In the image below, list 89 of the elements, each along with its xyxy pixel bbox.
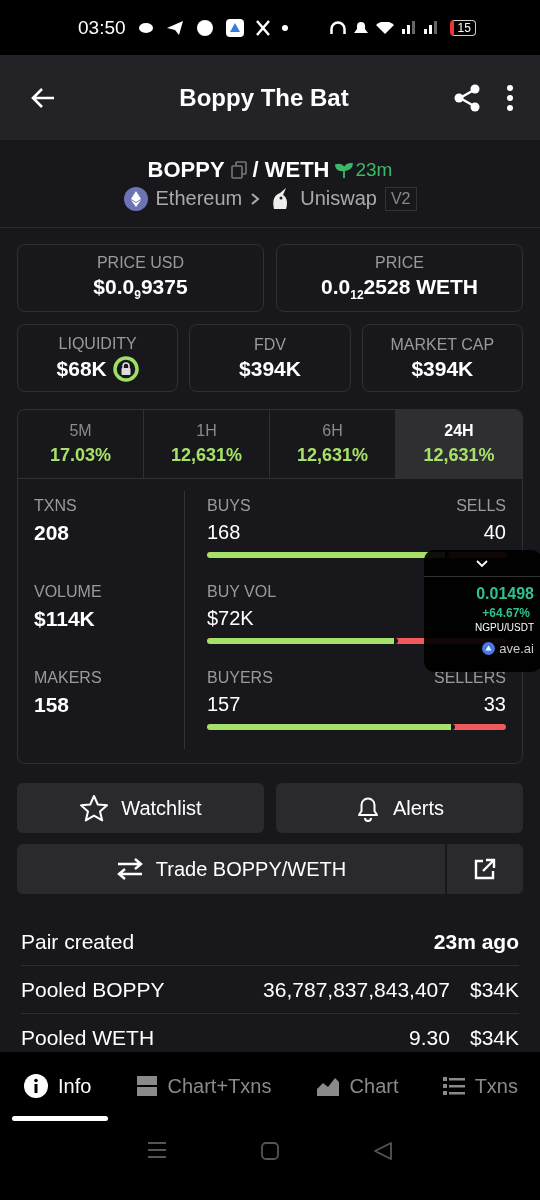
home-icon[interactable] <box>260 1141 280 1161</box>
action-button[interactable]: Alerts <box>276 783 523 833</box>
info-value: 23m ago <box>433 929 519 954</box>
widget-pair: NGPU/USDT <box>475 622 534 633</box>
signal-icon <box>423 21 438 34</box>
page-title: Boppy The Bat <box>178 83 350 112</box>
stat-value: 40 <box>483 521 506 544</box>
stat-value: 157 <box>207 693 241 716</box>
widget-price: 0.01498 <box>476 585 534 603</box>
star-icon <box>79 794 110 822</box>
list-icon <box>442 1076 465 1096</box>
info-label: Pooled WETH <box>21 1025 155 1050</box>
stat-value: $72K <box>207 607 254 630</box>
stat-label: SELLS <box>456 497 506 515</box>
usd-value: $34K <box>469 1025 519 1050</box>
stat-label: BUYERS <box>207 669 273 687</box>
info-label: Pooled BOPPY <box>21 977 165 1002</box>
info-label: Pair created <box>21 929 135 954</box>
ethereum-icon <box>123 186 148 211</box>
card-label: LIQUIDITY <box>58 334 137 353</box>
version-badge: V2 <box>384 186 417 211</box>
bell-muted-icon <box>353 20 368 35</box>
card-label: PRICE <box>375 253 424 272</box>
stat-label: TXNS <box>34 497 78 515</box>
share-icon[interactable] <box>452 82 482 113</box>
ave-logo-icon <box>482 642 496 655</box>
card-value: $394K <box>239 356 301 381</box>
chat-bubble-icon <box>137 21 154 34</box>
layout-icon <box>135 1075 158 1097</box>
chevron-down-icon[interactable] <box>476 560 488 568</box>
stat-label: MAKERS <box>34 669 103 687</box>
action-button[interactable]: Watchlist <box>17 783 264 833</box>
quote-token: WETH <box>264 156 330 183</box>
widget-source: ave.ai <box>499 641 534 656</box>
timeframe-tab[interactable]: 5M 17.03% <box>18 410 144 478</box>
more-icon[interactable] <box>506 84 514 111</box>
info-value: 36,787,837,843,407 <box>263 977 450 1002</box>
price-widget[interactable]: 0.01498 +64.67% NGPU/USDT ave.ai <box>424 550 540 672</box>
recents-icon[interactable] <box>146 1141 167 1159</box>
status-time: 03:50 <box>78 16 126 39</box>
pair-separator: / <box>252 156 259 183</box>
chain-name: Ethereum <box>155 187 243 210</box>
stat-label: BUYS <box>207 497 251 515</box>
stat-label: SELLERS <box>433 669 506 687</box>
dex-name: Uniswap <box>300 187 377 210</box>
signal-icon <box>401 21 416 34</box>
timeframe-tab[interactable]: 1H 12,631% <box>144 410 270 478</box>
pair-age: 23m <box>355 158 393 181</box>
battery-level: 15 <box>449 19 476 36</box>
external-link-icon <box>473 857 497 881</box>
base-token: BOPPY <box>147 156 225 183</box>
stat-value: 158 <box>34 693 71 717</box>
bottom-tab[interactable]: Chart <box>315 1074 399 1098</box>
back-nav-icon[interactable] <box>373 1141 394 1161</box>
bottom-tab[interactable]: Txns <box>442 1074 518 1098</box>
area-chart-icon <box>315 1075 340 1097</box>
sprout-icon <box>335 160 354 179</box>
card-label: MARKET CAP <box>390 335 495 354</box>
info-icon <box>24 1074 48 1098</box>
copy-icon[interactable] <box>230 160 247 179</box>
wifi-icon <box>375 21 394 34</box>
info-value: 9.30 <box>409 1025 450 1050</box>
card-value: 0.0$_{12}$2528 WETH <box>321 274 478 303</box>
bottom-tab[interactable]: Chart+Txns <box>135 1074 272 1098</box>
usd-value: $34K <box>469 977 519 1002</box>
stat-label: BUY VOL <box>207 583 277 601</box>
bottom-tab[interactable]: Info <box>24 1074 92 1098</box>
card-value: $0.0$_{9}$9375 <box>93 274 188 303</box>
stat-value: $114K <box>34 607 96 631</box>
card-value: $394K <box>411 356 474 381</box>
timeframe-tab[interactable]: 24H 12,631% <box>396 410 522 478</box>
stat-value: 33 <box>483 693 506 716</box>
paper-plane-icon <box>165 19 184 36</box>
stat-label: VOLUME <box>34 583 103 601</box>
card-label: PRICE USD <box>96 253 185 272</box>
widget-change: +64.67% <box>482 606 531 620</box>
chevron-icon <box>250 191 261 206</box>
card-label: FDV <box>254 335 286 354</box>
dot-icon <box>281 24 288 31</box>
stat-value: 208 <box>34 521 71 545</box>
headphones-icon <box>329 20 346 35</box>
open-external-button[interactable] <box>447 844 523 894</box>
trade-button[interactable]: Trade BOPPY/WETH <box>17 844 445 894</box>
swap-icon <box>115 858 144 880</box>
card-value: $68K <box>56 356 107 381</box>
x-icon <box>255 19 270 36</box>
app-icon <box>225 18 244 37</box>
back-icon[interactable] <box>30 86 56 109</box>
stat-value: 168 <box>207 521 241 544</box>
